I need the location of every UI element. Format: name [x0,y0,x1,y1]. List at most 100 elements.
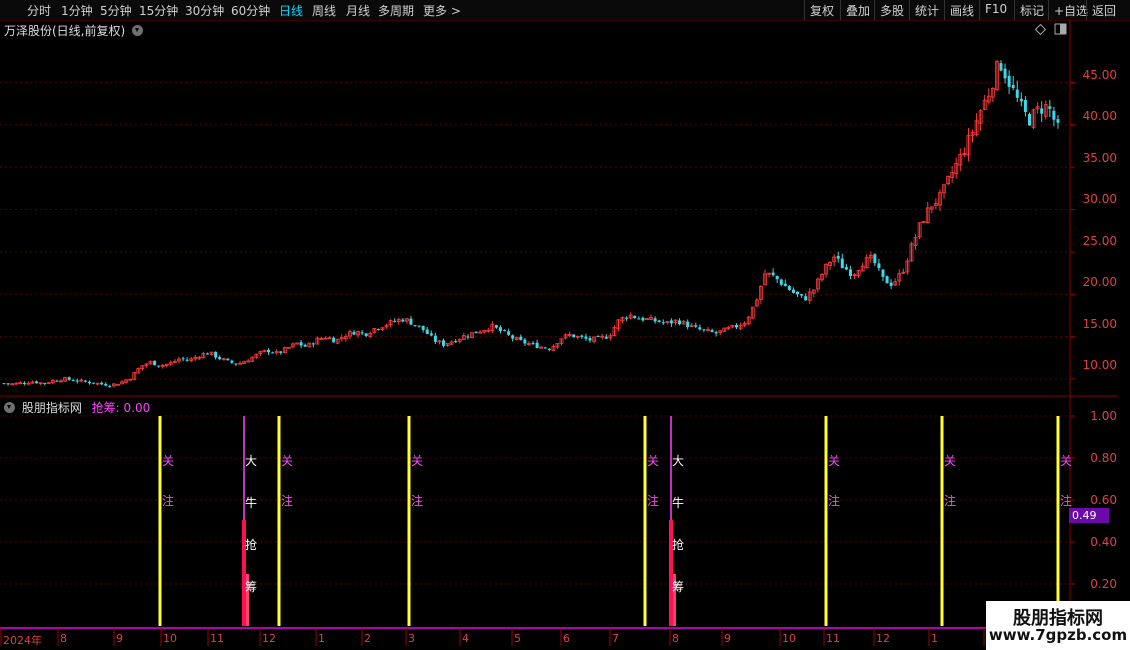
watermark-logo: 股朋指标网 www.7gpzb.com [986,601,1130,650]
candle-body [116,383,120,386]
candle-body [401,319,405,322]
candle-body [881,269,885,277]
candle-body [836,255,840,259]
indicator-title[interactable]: 股朋指标网 抢筹: 0.00 [4,399,150,416]
price-axis-label: 45.00 [1082,68,1117,82]
date-axis-label: 11 [826,632,840,645]
candle-body [271,352,275,354]
candle-body [1027,114,1031,126]
candle-body [507,331,511,335]
candle-body [844,266,848,270]
date-axis-label: 10 [163,632,177,645]
candle-body [710,330,714,332]
chart-canvas[interactable] [0,0,1130,650]
candle-body [641,317,645,321]
indicator-dropdown-icon[interactable] [4,402,15,413]
candle-body [1048,106,1052,109]
candle-body [466,336,470,338]
indicator-axis-label: 0.60 [1090,493,1117,507]
candle-body [311,343,315,345]
candle-body [429,333,433,336]
indicator-value: 0.00 [123,401,151,415]
date-axis-label: 12 [262,632,276,645]
candle-body [1015,89,1019,98]
current-value-tag: 0.49 [1069,508,1109,523]
signal-label-char: 关 [944,454,957,468]
date-axis-label: 6 [563,632,570,645]
price-axis-label: 10.00 [1082,358,1117,372]
candle-body [6,383,10,385]
candle-body [694,325,698,327]
candle-body [474,331,478,334]
candle-body [185,359,189,361]
date-axis-label: 10 [782,632,796,645]
candle-body [734,325,738,328]
signal-label-char: 抢 [672,538,685,552]
candle-body [519,336,523,340]
candle-body [22,382,26,384]
candle-body [55,380,59,382]
candle-body [104,383,108,386]
candle-body [360,332,364,334]
candle-body [877,263,881,269]
candle-body [246,360,251,363]
candle-body [87,381,91,384]
signal-label-char: 大 [672,454,685,468]
candle-body [92,382,96,384]
candle-body [686,321,690,328]
signal-bar-yellow [940,416,944,626]
candle-body [596,335,600,337]
candle-body [413,325,417,327]
candle-body [885,276,889,284]
candle-body [771,272,775,276]
candle-body [1011,85,1015,89]
indicator-name: 股朋指标网 [21,401,82,415]
indicator-axis-label: 0.80 [1090,451,1117,465]
signal-label-char: 关 [647,454,660,468]
diamond-icon [1034,23,1047,36]
candle-body [547,348,551,350]
candle-body [702,329,706,331]
price-axis-label: 30.00 [1082,192,1117,206]
candle-body [75,380,79,382]
candle-body [35,381,39,384]
candle-body [409,318,413,325]
candle-body [2,383,6,385]
signal-label-char: 注 [944,494,957,508]
signal-label-char: 关 [828,454,841,468]
candle-body [100,382,104,385]
signal-label-char: 关 [1060,454,1073,468]
date-axis-label: 4 [462,632,469,645]
candle-body [299,342,303,346]
signal-label-char: 注 [281,494,294,508]
candle-body [503,330,507,332]
candle-body [1056,119,1060,123]
candle-body [588,338,592,341]
candle-body [327,337,332,340]
signal-label-char: 注 [411,494,424,508]
date-axis-label: 1 [318,632,325,645]
candle-body [83,380,87,382]
signal-bar-yellow [277,416,281,626]
candle-body [279,351,283,353]
candle-body [1007,75,1011,87]
candle-body [71,380,75,382]
signal-bar-yellow [1056,416,1060,626]
candle-body [226,358,230,361]
candle-body [1003,68,1007,79]
date-axis-label: 2 [364,632,371,645]
candle-body [433,335,437,342]
signal-label-char: 大 [245,454,258,468]
price-axis-label: 20.00 [1082,275,1117,289]
candle-body [494,325,498,328]
candle-body [653,318,657,322]
candle-body [775,275,779,280]
date-axis-label: 5 [514,632,521,645]
candle-body [43,382,47,384]
indicator-axis-label: 0.20 [1090,577,1117,591]
price-axis-label: 40.00 [1082,109,1117,123]
candle-body [625,317,629,319]
candle-body [393,321,397,323]
candle-body [669,320,673,324]
date-axis-label: 7 [612,632,619,645]
